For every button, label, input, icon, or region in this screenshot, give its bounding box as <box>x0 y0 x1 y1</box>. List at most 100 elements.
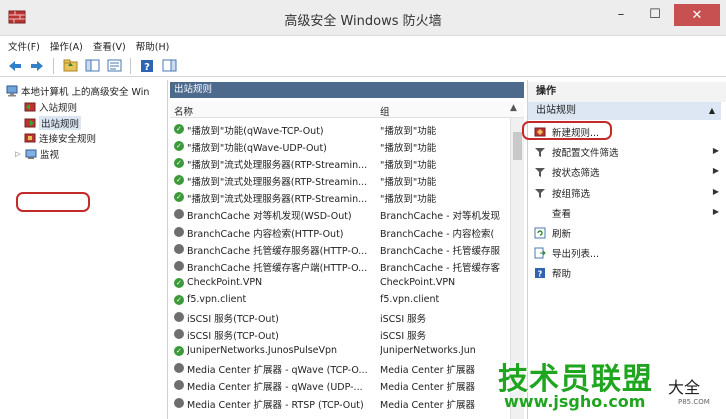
toolbar-separator <box>53 57 54 74</box>
action-item-label: 帮助 <box>552 269 572 281</box>
rule-group: CheckPoint.VPN <box>380 276 456 288</box>
filter-icon <box>534 146 546 158</box>
checkmark-icon: ✓ <box>176 159 182 168</box>
table-row[interactable]: ✓ "播放到"流式处理服务器(RTP-Streamin... "播放到"功能 <box>170 189 510 206</box>
svg-text:?: ? <box>538 270 543 279</box>
watermark-small-text: P85.COM <box>678 398 710 406</box>
table-row[interactable]: iSCSI 服务(TCP-Out) iSCSI 服务 <box>170 326 510 343</box>
checkmark-icon: ✓ <box>176 193 182 202</box>
rule-enabled-icon: ✓ <box>174 346 184 357</box>
table-row[interactable]: BranchCache 对等机发现(WSD-Out) BranchCache - … <box>170 206 510 223</box>
rule-enabled-icon: ✓ <box>174 294 184 305</box>
rule-name: "播放到"功能(qWave-TCP-Out) <box>187 126 324 137</box>
menu-file[interactable]: 文件(F) <box>8 39 40 53</box>
close-button[interactable]: ✕ <box>674 4 720 26</box>
action-item[interactable]: 刷新 <box>534 225 719 241</box>
column-group-header[interactable]: 组 <box>380 104 390 118</box>
rule-name: Media Center 扩展器 - qWave (UDP-... <box>187 382 363 394</box>
table-row[interactable]: ✓ CheckPoint.VPN CheckPoint.VPN <box>170 275 510 292</box>
show-pane-icon[interactable] <box>160 58 178 74</box>
highlight-new-rule <box>522 121 612 140</box>
rule-disabled-icon <box>174 380 184 391</box>
scrollbar-thumb[interactable] <box>513 132 522 160</box>
action-item[interactable]: 查看 ▶ <box>534 205 719 221</box>
collapse-icon[interactable]: ▲ <box>709 102 715 120</box>
action-item[interactable]: ? 帮助 <box>534 265 719 281</box>
rule-group: iSCSI 服务 <box>380 314 427 326</box>
tree-item-inbound[interactable]: 入站规则 <box>24 100 77 114</box>
rule-enabled-icon: ✓ <box>174 277 184 288</box>
rule-name: BranchCache 托管缓存客户端(HTTP-O... <box>187 262 368 274</box>
expand-arrow-icon[interactable]: ▷ <box>14 148 22 160</box>
tree-root[interactable]: 本地计算机 上的高级安全 Win <box>6 84 149 98</box>
minimize-button[interactable]: – <box>604 2 638 26</box>
table-row[interactable]: ✓ f5.vpn.client f5.vpn.client <box>170 292 510 309</box>
tree-item-connection-security[interactable]: 连接安全规则 <box>24 131 97 145</box>
maximize-button[interactable]: ☐ <box>638 2 672 26</box>
rule-group: Media Center 扩展器 <box>380 382 476 394</box>
menu-help[interactable]: 帮助(H) <box>136 39 170 53</box>
table-row[interactable]: BranchCache 托管缓存客户端(HTTP-O... BranchCache… <box>170 258 510 275</box>
rule-name: CheckPoint.VPN <box>187 276 263 288</box>
monitor-icon <box>25 148 37 160</box>
checkmark-icon: ✓ <box>176 142 182 151</box>
table-row[interactable]: ✓ "播放到"功能(qWave-UDP-Out) "播放到"功能 <box>170 138 510 155</box>
rule-disabled-icon <box>174 363 184 374</box>
blank-icon <box>534 207 546 219</box>
rule-group: f5.vpn.client <box>380 293 440 305</box>
computer-firewall-icon <box>6 85 18 97</box>
filter-icon <box>534 187 546 199</box>
table-row[interactable]: BranchCache 托管缓存服务器(HTTP-O... BranchCache… <box>170 241 510 258</box>
rule-enabled-icon: ✓ <box>174 124 184 134</box>
table-row[interactable]: Media Center 扩展器 - RTSP (TCP-Out) Media C… <box>170 395 510 412</box>
watermark-url: www.jsgho.com <box>504 392 646 411</box>
connection-security-icon <box>24 132 36 144</box>
filter-icon <box>534 166 546 178</box>
rule-disabled-icon <box>174 329 184 340</box>
rule-name: f5.vpn.client <box>187 293 247 305</box>
show-hide-tree-icon[interactable] <box>83 58 101 74</box>
menu-action[interactable]: 操作(A) <box>50 39 83 53</box>
forward-arrow-icon[interactable] <box>28 58 46 74</box>
action-item-label: 按组筛选 <box>552 188 591 200</box>
action-item[interactable]: 按组筛选 ▶ <box>534 185 719 201</box>
rule-disabled-icon <box>174 243 184 254</box>
column-header: 名称 组 ▲ <box>170 102 524 118</box>
rule-enabled-icon: ✓ <box>174 175 184 186</box>
table-row[interactable]: ✓ "播放到"流式处理服务器(RTP-Streamin... "播放到"功能 <box>170 155 510 172</box>
table-row[interactable]: BranchCache 内容检索(HTTP-Out) BranchCache - … <box>170 224 510 241</box>
tree-item-connection-security-label: 连接安全规则 <box>39 133 97 145</box>
column-name-header[interactable]: 名称 <box>174 104 193 118</box>
tree-item-monitor[interactable]: ▷ 监视 <box>14 147 60 161</box>
checkmark-icon: ✓ <box>176 347 182 356</box>
rule-name: BranchCache 对等机发现(WSD-Out) <box>187 211 352 223</box>
actions-section-outbound[interactable]: 出站规则 ▲ <box>528 102 721 120</box>
svg-text:?: ? <box>144 62 150 73</box>
properties-icon[interactable] <box>105 58 123 74</box>
rule-group: iSCSI 服务 <box>380 331 427 343</box>
table-row[interactable]: ✓ "播放到"流式处理服务器(RTP-Streamin... "播放到"功能 <box>170 172 510 189</box>
menu-view[interactable]: 查看(V) <box>93 39 126 53</box>
action-item[interactable]: 按配置文件筛选 ▶ <box>534 144 719 160</box>
tree-item-monitor-label: 监视 <box>40 149 60 161</box>
scroll-up-icon[interactable]: ▲ <box>510 103 517 113</box>
help-icon[interactable]: ? <box>138 58 156 74</box>
back-arrow-icon[interactable] <box>6 58 24 74</box>
highlight-outbound-rules <box>16 192 90 212</box>
table-row[interactable]: Media Center 扩展器 - qWave (UDP-... Media C… <box>170 377 510 394</box>
action-item[interactable]: 按状态筛选 ▶ <box>534 164 719 180</box>
up-folder-icon[interactable] <box>61 58 79 74</box>
tree-item-outbound[interactable]: 出站规则 <box>24 115 82 130</box>
table-row[interactable]: ✓ "播放到"功能(qWave-TCP-Out) "播放到"功能 <box>170 121 510 138</box>
rule-name: Media Center 扩展器 - RTSP (TCP-Out) <box>187 399 364 411</box>
rule-name: "播放到"流式处理服务器(RTP-Streamin... <box>187 194 368 206</box>
table-row[interactable]: Media Center 扩展器 - qWave (TCP-O... Media … <box>170 360 510 377</box>
checkmark-icon: ✓ <box>176 125 182 133</box>
action-item[interactable]: 导出列表... <box>534 245 719 261</box>
table-row[interactable]: iSCSI 服务(TCP-Out) iSCSI 服务 <box>170 309 510 326</box>
table-row[interactable]: ✓ JuniperNetworks.JunosPulseVpn JuniperNet… <box>170 343 510 360</box>
rule-group: BranchCache - 对等机发现 <box>380 211 501 223</box>
export-icon <box>534 247 546 259</box>
rule-enabled-icon: ✓ <box>174 141 184 152</box>
checkmark-icon: ✓ <box>176 278 182 287</box>
